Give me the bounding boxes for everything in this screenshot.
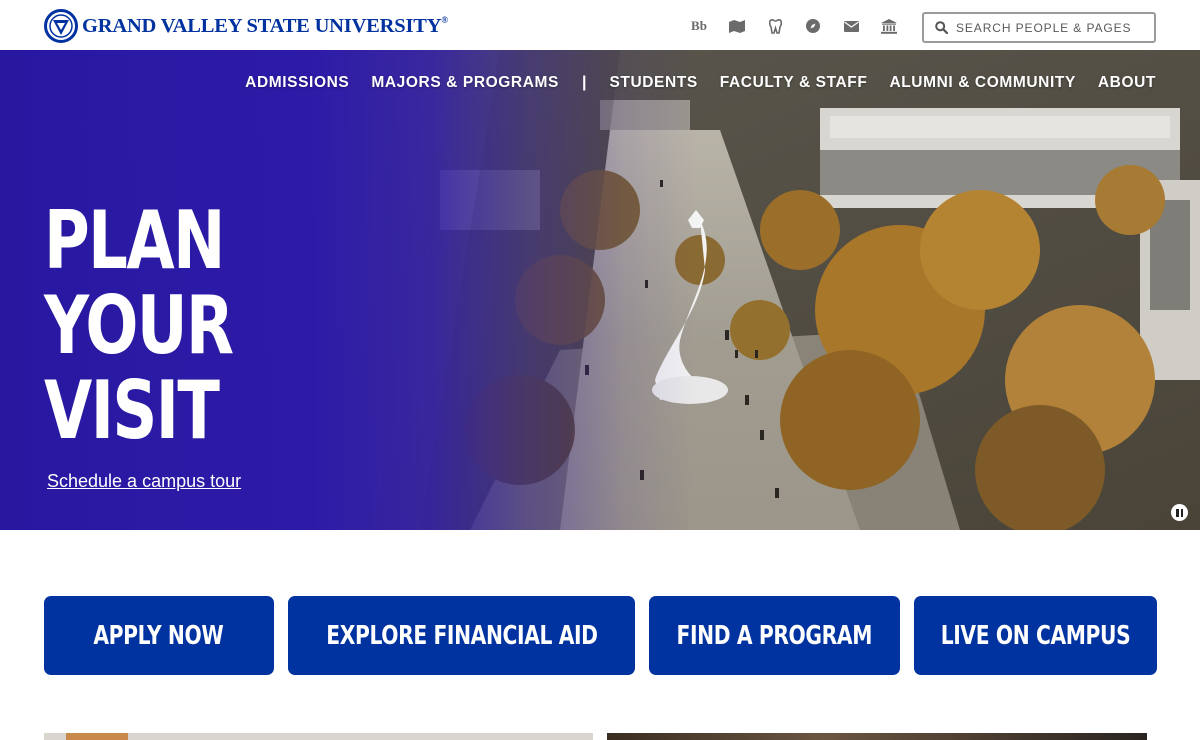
nav-about[interactable]: ABOUT bbox=[1087, 74, 1156, 92]
schedule-tour-link[interactable]: Schedule a campus tour bbox=[47, 471, 241, 492]
compass-icon bbox=[806, 19, 820, 33]
headline-line: VISIT bbox=[44, 364, 220, 457]
logo-wordmark: GRAND VALLEY STATE UNIVERSITY® bbox=[82, 14, 448, 37]
headline-line: PLAN bbox=[44, 194, 225, 287]
map-icon bbox=[729, 19, 745, 33]
institution-icon bbox=[881, 18, 897, 34]
mail-link[interactable] bbox=[832, 14, 870, 38]
mail-icon bbox=[843, 20, 859, 32]
nav-students[interactable]: STUDENTS bbox=[598, 74, 708, 92]
cta-row: APPLY NOW EXPLORE FINANCIAL AID FIND A P… bbox=[44, 596, 1157, 675]
card-thumbnail bbox=[66, 733, 128, 740]
main-nav: ADMISSIONS MAJORS & PROGRAMS | STUDENTS … bbox=[234, 74, 1156, 92]
video-pause-button[interactable] bbox=[1171, 504, 1188, 521]
nav-separator: | bbox=[581, 74, 587, 91]
explore-financial-aid-button[interactable]: EXPLORE FINANCIAL AID bbox=[287, 596, 636, 675]
live-on-campus-button[interactable]: LIVE ON CAMPUS bbox=[913, 596, 1157, 675]
search-input[interactable] bbox=[956, 20, 1146, 35]
hero-banner: ADMISSIONS MAJORS & PROGRAMS | STUDENTS … bbox=[0, 50, 1200, 530]
feature-card-image-right bbox=[607, 733, 1147, 740]
gvsu-shield-icon bbox=[44, 9, 78, 43]
apply-now-button[interactable]: APPLY NOW bbox=[44, 596, 274, 675]
dental-link[interactable] bbox=[756, 14, 794, 38]
site-header: GRAND VALLEY STATE UNIVERSITY® Bb bbox=[0, 0, 1200, 50]
nav-majors-programs[interactable]: MAJORS & PROGRAMS bbox=[360, 74, 570, 92]
nav-admissions[interactable]: ADMISSIONS bbox=[234, 74, 360, 92]
utility-links: Bb bbox=[680, 14, 908, 38]
blackboard-link[interactable]: Bb bbox=[680, 14, 718, 38]
cta-label: APPLY NOW bbox=[93, 620, 224, 651]
cta-label: FIND A PROGRAM bbox=[676, 620, 873, 651]
blackboard-icon: Bb bbox=[691, 18, 707, 33]
compass-link[interactable] bbox=[794, 14, 832, 38]
nav-alumni-community[interactable]: ALUMNI & COMMUNITY bbox=[878, 74, 1086, 92]
headline-line: YOUR bbox=[44, 279, 234, 372]
tooth-icon bbox=[768, 18, 782, 34]
map-link[interactable] bbox=[718, 14, 756, 38]
cta-label: LIVE ON CAMPUS bbox=[940, 620, 1131, 651]
feature-card-image-left bbox=[44, 733, 593, 740]
nav-faculty-staff[interactable]: FACULTY & STAFF bbox=[709, 74, 879, 92]
pause-icon bbox=[1180, 508, 1183, 517]
institution-link[interactable] bbox=[870, 14, 908, 38]
search-icon bbox=[935, 21, 948, 34]
pause-icon bbox=[1176, 508, 1179, 517]
find-a-program-button[interactable]: FIND A PROGRAM bbox=[649, 596, 900, 675]
cta-label: EXPLORE FINANCIAL AID bbox=[325, 620, 598, 651]
search-box[interactable] bbox=[922, 12, 1156, 43]
hero-headline: PLAN YOUR VISIT bbox=[44, 194, 234, 457]
gvsu-logo[interactable]: GRAND VALLEY STATE UNIVERSITY® bbox=[44, 9, 448, 43]
